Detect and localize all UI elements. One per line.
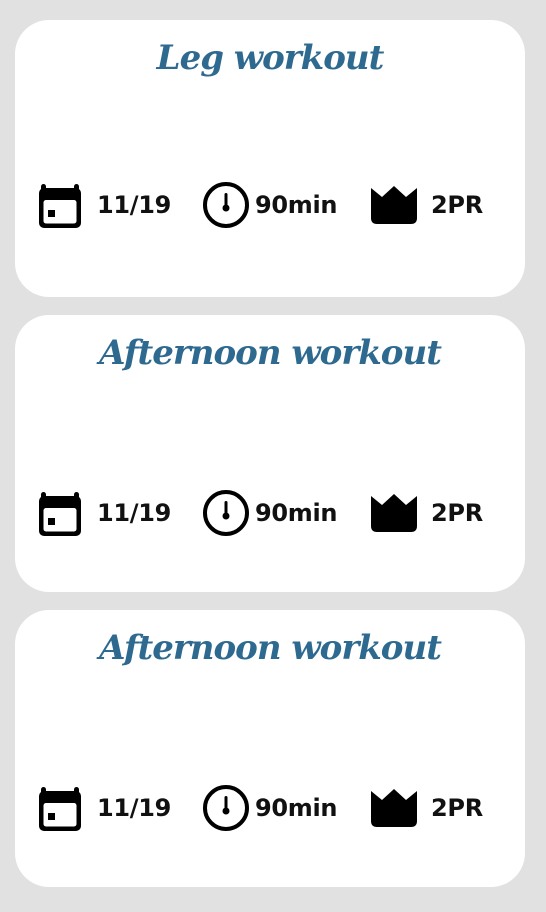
workout-stats: 11/19 90min 2PR bbox=[15, 488, 525, 538]
crown-icon bbox=[369, 488, 419, 538]
stopwatch-icon bbox=[201, 488, 251, 538]
workout-duration: 90min bbox=[255, 191, 338, 219]
stopwatch-icon bbox=[201, 783, 251, 833]
workout-duration: 90min bbox=[255, 499, 338, 527]
calendar-icon bbox=[35, 180, 85, 230]
crown-icon bbox=[369, 783, 419, 833]
workout-card[interactable]: Leg workout 11/19 90min 2PR bbox=[15, 20, 525, 297]
workout-card[interactable]: Afternoon workout 11/19 90min 2PR bbox=[15, 315, 525, 592]
crown-icon bbox=[369, 180, 419, 230]
workout-stats: 11/19 90min 2PR bbox=[15, 180, 525, 230]
stopwatch-icon bbox=[201, 180, 251, 230]
workout-prs: 2PR bbox=[431, 191, 483, 219]
workout-title: Afternoon workout bbox=[99, 333, 442, 373]
workout-date: 11/19 bbox=[97, 794, 172, 822]
workout-card[interactable]: Afternoon workout 11/19 90min 2PR bbox=[15, 610, 525, 887]
workout-title: Leg workout bbox=[156, 38, 385, 78]
calendar-icon bbox=[35, 783, 85, 833]
workout-prs: 2PR bbox=[431, 794, 483, 822]
workout-duration: 90min bbox=[255, 794, 338, 822]
workout-prs: 2PR bbox=[431, 499, 483, 527]
workout-date: 11/19 bbox=[97, 191, 172, 219]
workout-date: 11/19 bbox=[97, 499, 172, 527]
workout-stats: 11/19 90min 2PR bbox=[15, 783, 525, 833]
workout-title: Afternoon workout bbox=[99, 628, 442, 668]
calendar-icon bbox=[35, 488, 85, 538]
